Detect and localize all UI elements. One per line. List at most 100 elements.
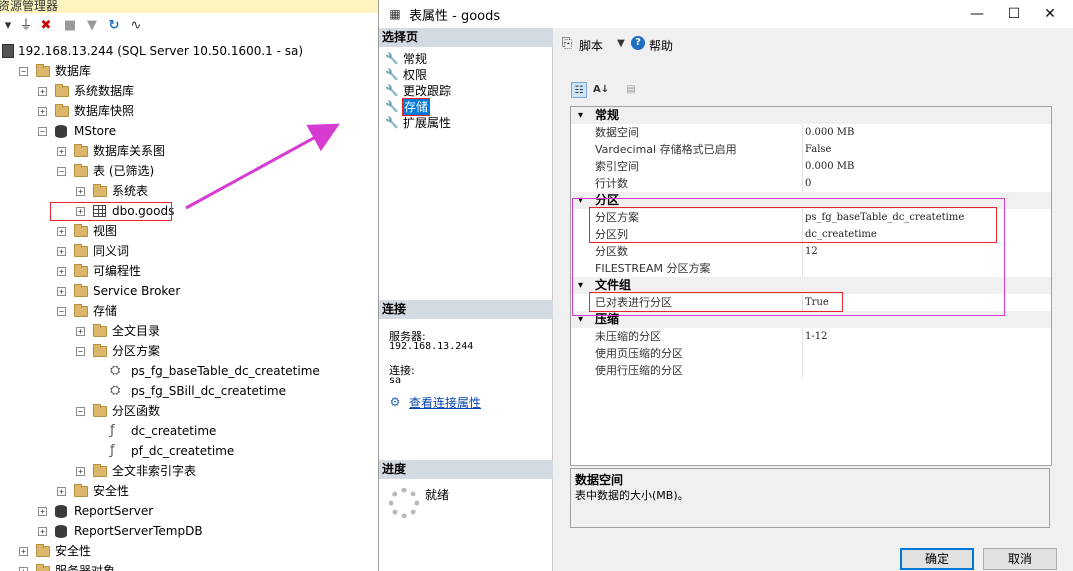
connection-properties-icon: ⚙ — [389, 395, 401, 409]
collapse-icon[interactable]: − — [76, 407, 85, 416]
grid-property-row[interactable]: 使用页压缩的分区 — [571, 345, 1051, 362]
tree-item-security[interactable]: + 安全性 — [0, 541, 378, 561]
collapse-icon[interactable]: − — [76, 347, 85, 356]
filter-icon[interactable]: ▼ — [84, 18, 100, 34]
grid-property-name: 索引空间 — [595, 160, 639, 173]
object-explorer-title: 资源管理器 — [0, 0, 59, 13]
expand-icon[interactable]: + — [76, 327, 85, 336]
tree-item-partition-functions[interactable]: − 分区函数 — [0, 401, 378, 421]
activity-monitor-icon[interactable]: ∿ — [128, 18, 144, 34]
progress-spinner-icon — [389, 488, 419, 518]
ok-button[interactable]: 确定 — [900, 548, 974, 570]
tree-item-storage[interactable]: − 存储 — [0, 301, 378, 321]
tree-item-ps-sbill[interactable]: ⛭ ps_fg_SBill_dc_createtime — [0, 381, 378, 401]
expand-icon[interactable]: + — [57, 267, 66, 276]
expand-icon[interactable]: + — [57, 227, 66, 236]
grid-property-row[interactable]: Vardecimal 存储格式已启用 False — [571, 141, 1051, 158]
progress-status: 就绪 — [425, 488, 450, 502]
view-connection-properties-link[interactable]: 查看连接属性 — [409, 394, 481, 411]
collapse-icon[interactable]: ▾ — [578, 107, 583, 124]
categorized-view-icon[interactable]: ☷ — [571, 82, 587, 98]
tree-item-system-databases[interactable]: + 系统数据库 — [0, 81, 378, 101]
expand-icon[interactable]: + — [57, 487, 66, 496]
help-button[interactable]: 帮助 — [649, 37, 673, 54]
tree-item-dc-createtime[interactable]: ƒ dc_createtime — [0, 421, 378, 441]
tree-item-ps-basetable[interactable]: ⛭ ps_fg_baseTable_dc_createtime — [0, 361, 378, 381]
refresh-icon[interactable]: ↻ — [106, 18, 122, 34]
tree-item-synonyms[interactable]: + 同义词 — [0, 241, 378, 261]
expand-icon[interactable]: + — [57, 147, 66, 156]
expand-icon[interactable]: + — [38, 107, 47, 116]
tree-item-db-snapshots[interactable]: + 数据库快照 — [0, 101, 378, 121]
page-item-0[interactable]: 🔧 常规 — [385, 51, 545, 67]
stop-icon[interactable]: ■ — [62, 18, 78, 34]
expand-icon[interactable]: + — [38, 527, 47, 536]
tree-item-system-tables[interactable]: + 系统表 — [0, 181, 378, 201]
tree-item-server-objects[interactable]: + 服务器对象 — [0, 561, 378, 571]
grid-property-row[interactable]: 使用行压缩的分区 — [571, 362, 1051, 379]
folder-icon — [93, 184, 107, 197]
page-item-4[interactable]: 🔧 扩展属性 — [385, 115, 545, 131]
expand-icon[interactable]: + — [76, 187, 85, 196]
tree-item-label: 数据库快照 — [74, 104, 135, 118]
close-button[interactable]: ✕ — [1027, 2, 1073, 26]
expand-icon[interactable]: + — [19, 547, 28, 556]
collapse-icon[interactable]: − — [38, 127, 47, 136]
table-icon: ▦ — [389, 7, 401, 21]
collapse-icon[interactable]: − — [57, 167, 66, 176]
tree-item-views[interactable]: + 视图 — [0, 221, 378, 241]
database-icon — [55, 125, 67, 138]
property-pages-icon[interactable]: ▤ — [623, 82, 639, 98]
grid-property-row[interactable]: 索引空间 0.000 MB — [571, 158, 1051, 175]
tree-item-security-db[interactable]: + 安全性 — [0, 481, 378, 501]
tree-item-server[interactable]: 192.168.13.244 (SQL Server 10.50.1600.1 … — [0, 41, 378, 61]
connect-dropdown-icon[interactable]: ▾ — [0, 18, 16, 34]
tree-item-label: 存储 — [93, 304, 118, 318]
folder-icon — [74, 304, 88, 317]
tree-item-mstore[interactable]: − MStore — [0, 121, 378, 141]
tree-item-databases[interactable]: − 数据库 — [0, 61, 378, 81]
grid-property-row[interactable]: 数据空间 0.000 MB — [571, 124, 1051, 141]
tree-item-partition-schemes[interactable]: − 分区方案 — [0, 341, 378, 361]
expand-icon[interactable]: + — [57, 287, 66, 296]
description-text: 表中数据的大小(MB)。 — [575, 489, 689, 502]
tree-item-fulltext-stoplists[interactable]: + 全文非索引字表 — [0, 461, 378, 481]
tree-item-db-diagrams[interactable]: + 数据库关系图 — [0, 141, 378, 161]
tree-item-pf-dc-createtime[interactable]: ƒ pf_dc_createtime — [0, 441, 378, 461]
expand-icon[interactable]: + — [38, 507, 47, 516]
grid-category-row[interactable]: ▾ 常规 — [571, 107, 1051, 124]
page-item-1[interactable]: 🔧 权限 — [385, 67, 545, 83]
grid-property-row[interactable]: 未压缩的分区 1-12 — [571, 328, 1051, 345]
collapse-icon[interactable]: − — [19, 67, 28, 76]
tree-item-label: 服务器对象 — [55, 564, 116, 571]
expand-icon[interactable]: + — [19, 567, 28, 571]
tree-item-label: pf_dc_createtime — [131, 444, 235, 458]
cancel-button[interactable]: 取消 — [983, 548, 1057, 570]
expand-icon[interactable]: + — [57, 247, 66, 256]
tree-item-label: 系统数据库 — [74, 84, 135, 98]
disconnect-icon[interactable]: ✖ — [38, 18, 54, 34]
tree-item-reportserver[interactable]: + ReportServer — [0, 501, 378, 521]
grid-property-value: 1-12 — [805, 331, 828, 342]
page-item-2[interactable]: 🔧 更改跟踪 — [385, 83, 545, 99]
grid-property-name: 常规 — [595, 108, 620, 122]
tree-item-service-broker[interactable]: + Service Broker — [0, 281, 378, 301]
expand-icon[interactable]: + — [76, 467, 85, 476]
connect-icon[interactable]: ⏚ — [18, 18, 34, 34]
expand-icon[interactable]: + — [38, 87, 47, 96]
collapse-icon[interactable]: − — [57, 307, 66, 316]
tree-item-fulltext-catalogs[interactable]: + 全文目录 — [0, 321, 378, 341]
script-dropdown-icon[interactable]: ▼ — [613, 36, 629, 52]
page-item-3[interactable]: 🔧 存储 — [385, 98, 545, 116]
alphabetical-sort-icon[interactable]: A↓ — [593, 82, 609, 98]
grid-column-divider — [802, 158, 803, 175]
grid-property-row[interactable]: 行计数 0 — [571, 175, 1051, 192]
tree-item-tables[interactable]: − 表 (已筛选) — [0, 161, 378, 181]
dialog-title: 表属性 - goods — [409, 9, 501, 24]
script-button[interactable]: 脚本 — [579, 37, 603, 54]
tree-item-reportservertempdb[interactable]: + ReportServerTempDB — [0, 521, 378, 541]
dbo-goods-highlight — [50, 202, 172, 221]
tree-item-label: 视图 — [93, 224, 118, 238]
tree-item-programmability[interactable]: + 可编程性 — [0, 261, 378, 281]
page-item-label: 扩展属性 — [403, 116, 452, 130]
